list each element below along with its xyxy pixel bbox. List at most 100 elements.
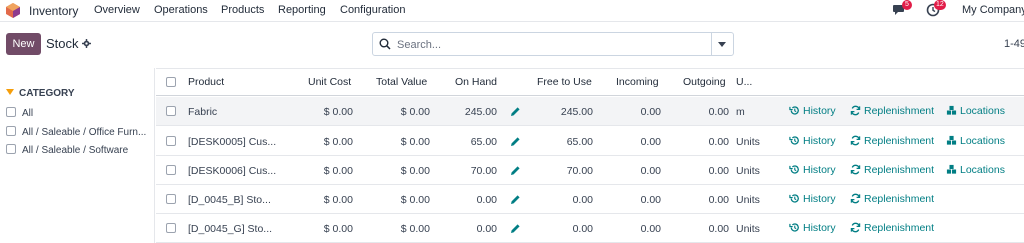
- unit-of-measure: Units: [736, 165, 760, 177]
- refresh-icon: [850, 164, 861, 175]
- history-icon: [789, 165, 799, 174]
- unit-cost: $ 0.00: [323, 165, 353, 177]
- refresh-icon: [850, 222, 861, 233]
- row-checkbox[interactable]: [166, 223, 176, 233]
- product-name[interactable]: [DESK0005] Cus...: [188, 136, 276, 148]
- table-row[interactable]: [D_0045_G] Sto... $ 0.00 $ 0.00 0.00 0.00 0.0…: [156, 214, 1024, 243]
- row-checkbox[interactable]: [166, 136, 176, 146]
- history-button[interactable]: History: [789, 164, 836, 176]
- incoming: 0.00: [640, 106, 661, 118]
- total-value: $ 0.00: [400, 194, 430, 206]
- locations-button[interactable]: Locations: [946, 105, 1005, 117]
- menu-overview[interactable]: Overview: [94, 4, 140, 16]
- pager-value[interactable]: 1-49: [1004, 38, 1024, 50]
- pencil-icon[interactable]: [510, 194, 521, 205]
- replenishment-button[interactable]: Replenishment: [850, 135, 934, 147]
- new-button[interactable]: New: [6, 33, 41, 55]
- pencil-icon[interactable]: [510, 106, 521, 117]
- inventory-app-icon[interactable]: [6, 3, 20, 18]
- cubes-icon: [946, 105, 957, 115]
- category-item-office-furniture[interactable]: All / Saleable / Office Furn...: [6, 126, 146, 138]
- row-checkbox[interactable]: [166, 165, 176, 175]
- replenishment-button[interactable]: Replenishment: [850, 164, 934, 176]
- replenishment-button[interactable]: Replenishment: [850, 105, 934, 117]
- table-row[interactable]: Fabric $ 0.00 $ 0.00 245.00 245.00 0.00 0.00 m H…: [156, 97, 1024, 126]
- on-hand: 70.00: [470, 165, 497, 177]
- column-incoming[interactable]: Incoming: [616, 76, 659, 88]
- refresh-icon: [850, 193, 861, 204]
- history-button[interactable]: History: [789, 105, 836, 117]
- app-title[interactable]: Inventory: [29, 4, 78, 18]
- history-label: History: [803, 164, 836, 176]
- unit-of-measure: Units: [736, 136, 760, 148]
- pencil-icon[interactable]: [510, 165, 521, 176]
- unit-of-measure: Units: [736, 223, 760, 235]
- column-uom[interactable]: U...: [736, 76, 752, 88]
- search-divider: [711, 33, 712, 55]
- replenishment-label: Replenishment: [864, 222, 935, 234]
- unit-cost: $ 0.00: [323, 223, 353, 235]
- free-to-use: 70.00: [566, 165, 593, 177]
- menu-configuration[interactable]: Configuration: [340, 4, 405, 16]
- select-all-checkbox[interactable]: [166, 77, 176, 87]
- category-item-all[interactable]: All: [6, 107, 33, 119]
- search-input[interactable]: [397, 37, 697, 52]
- column-total-value[interactable]: Total Value: [376, 76, 427, 88]
- category-checkbox[interactable]: [6, 126, 16, 137]
- locations-button[interactable]: Locations: [946, 164, 1005, 176]
- on-hand: 245.00: [464, 106, 497, 118]
- history-button[interactable]: History: [789, 222, 836, 234]
- table-header: Product Unit Cost Total Value On Hand Fr…: [156, 69, 1024, 96]
- locations-button[interactable]: Locations: [946, 135, 1005, 147]
- incoming: 0.00: [640, 165, 661, 177]
- product-name[interactable]: Fabric: [188, 106, 217, 118]
- incoming: 0.00: [640, 194, 661, 206]
- activity-badge: 12: [934, 0, 946, 10]
- on-hand: 0.00: [476, 194, 497, 206]
- unit-of-measure: m: [736, 106, 745, 118]
- company-switcher[interactable]: My Company: [962, 4, 1024, 16]
- category-checkbox[interactable]: [6, 107, 16, 118]
- refresh-icon: [850, 135, 861, 146]
- product-name[interactable]: [D_0045_B] Sto...: [188, 194, 271, 206]
- table-row[interactable]: [D_0045_B] Sto... $ 0.00 $ 0.00 0.00 0.00 0.0…: [156, 185, 1024, 214]
- history-label: History: [803, 135, 836, 147]
- search-options-toggle[interactable]: [718, 42, 726, 47]
- pencil-icon[interactable]: [510, 223, 521, 234]
- column-free-to-use[interactable]: Free to Use: [537, 76, 592, 88]
- history-button[interactable]: History: [789, 135, 836, 147]
- menu-products[interactable]: Products: [221, 4, 264, 16]
- product-name[interactable]: [DESK0006] Cus...: [188, 165, 276, 177]
- total-value: $ 0.00: [400, 106, 430, 118]
- refresh-icon: [850, 105, 861, 116]
- table-row[interactable]: [DESK0006] Cus... $ 0.00 $ 0.00 70.00 70.00 0…: [156, 156, 1024, 185]
- menu-reporting[interactable]: Reporting: [278, 4, 326, 16]
- replenishment-button[interactable]: Replenishment: [850, 193, 934, 205]
- table-row[interactable]: [DESK0005] Cus... $ 0.00 $ 0.00 65.00 65.00 0…: [156, 127, 1024, 156]
- column-on-hand[interactable]: On Hand: [455, 76, 497, 88]
- row-checkbox[interactable]: [166, 194, 176, 204]
- history-icon: [789, 194, 799, 203]
- on-hand: 65.00: [470, 136, 497, 148]
- search-bar: [372, 32, 734, 56]
- column-unit-cost[interactable]: Unit Cost: [308, 76, 351, 88]
- on-hand: 0.00: [476, 223, 497, 235]
- category-item-software[interactable]: All / Saleable / Software: [6, 144, 128, 156]
- column-product[interactable]: Product: [188, 76, 224, 88]
- category-sidebar: CATEGORY All All / Saleable / Office Fur…: [0, 68, 155, 243]
- menu-operations[interactable]: Operations: [154, 4, 208, 16]
- unit-cost: $ 0.00: [323, 136, 353, 148]
- history-button[interactable]: History: [789, 193, 836, 205]
- row-checkbox[interactable]: [166, 106, 176, 116]
- cubes-icon: [946, 135, 957, 145]
- product-name[interactable]: [D_0045_G] Sto...: [188, 223, 272, 235]
- replenishment-label: Replenishment: [864, 105, 935, 117]
- replenishment-button[interactable]: Replenishment: [850, 222, 934, 234]
- incoming: 0.00: [640, 223, 661, 235]
- column-outgoing[interactable]: Outgoing: [683, 76, 726, 88]
- chat-badge: 5: [902, 0, 912, 10]
- category-checkbox[interactable]: [6, 144, 16, 155]
- pencil-icon[interactable]: [510, 136, 521, 147]
- history-label: History: [803, 193, 836, 205]
- gear-icon[interactable]: [82, 39, 91, 48]
